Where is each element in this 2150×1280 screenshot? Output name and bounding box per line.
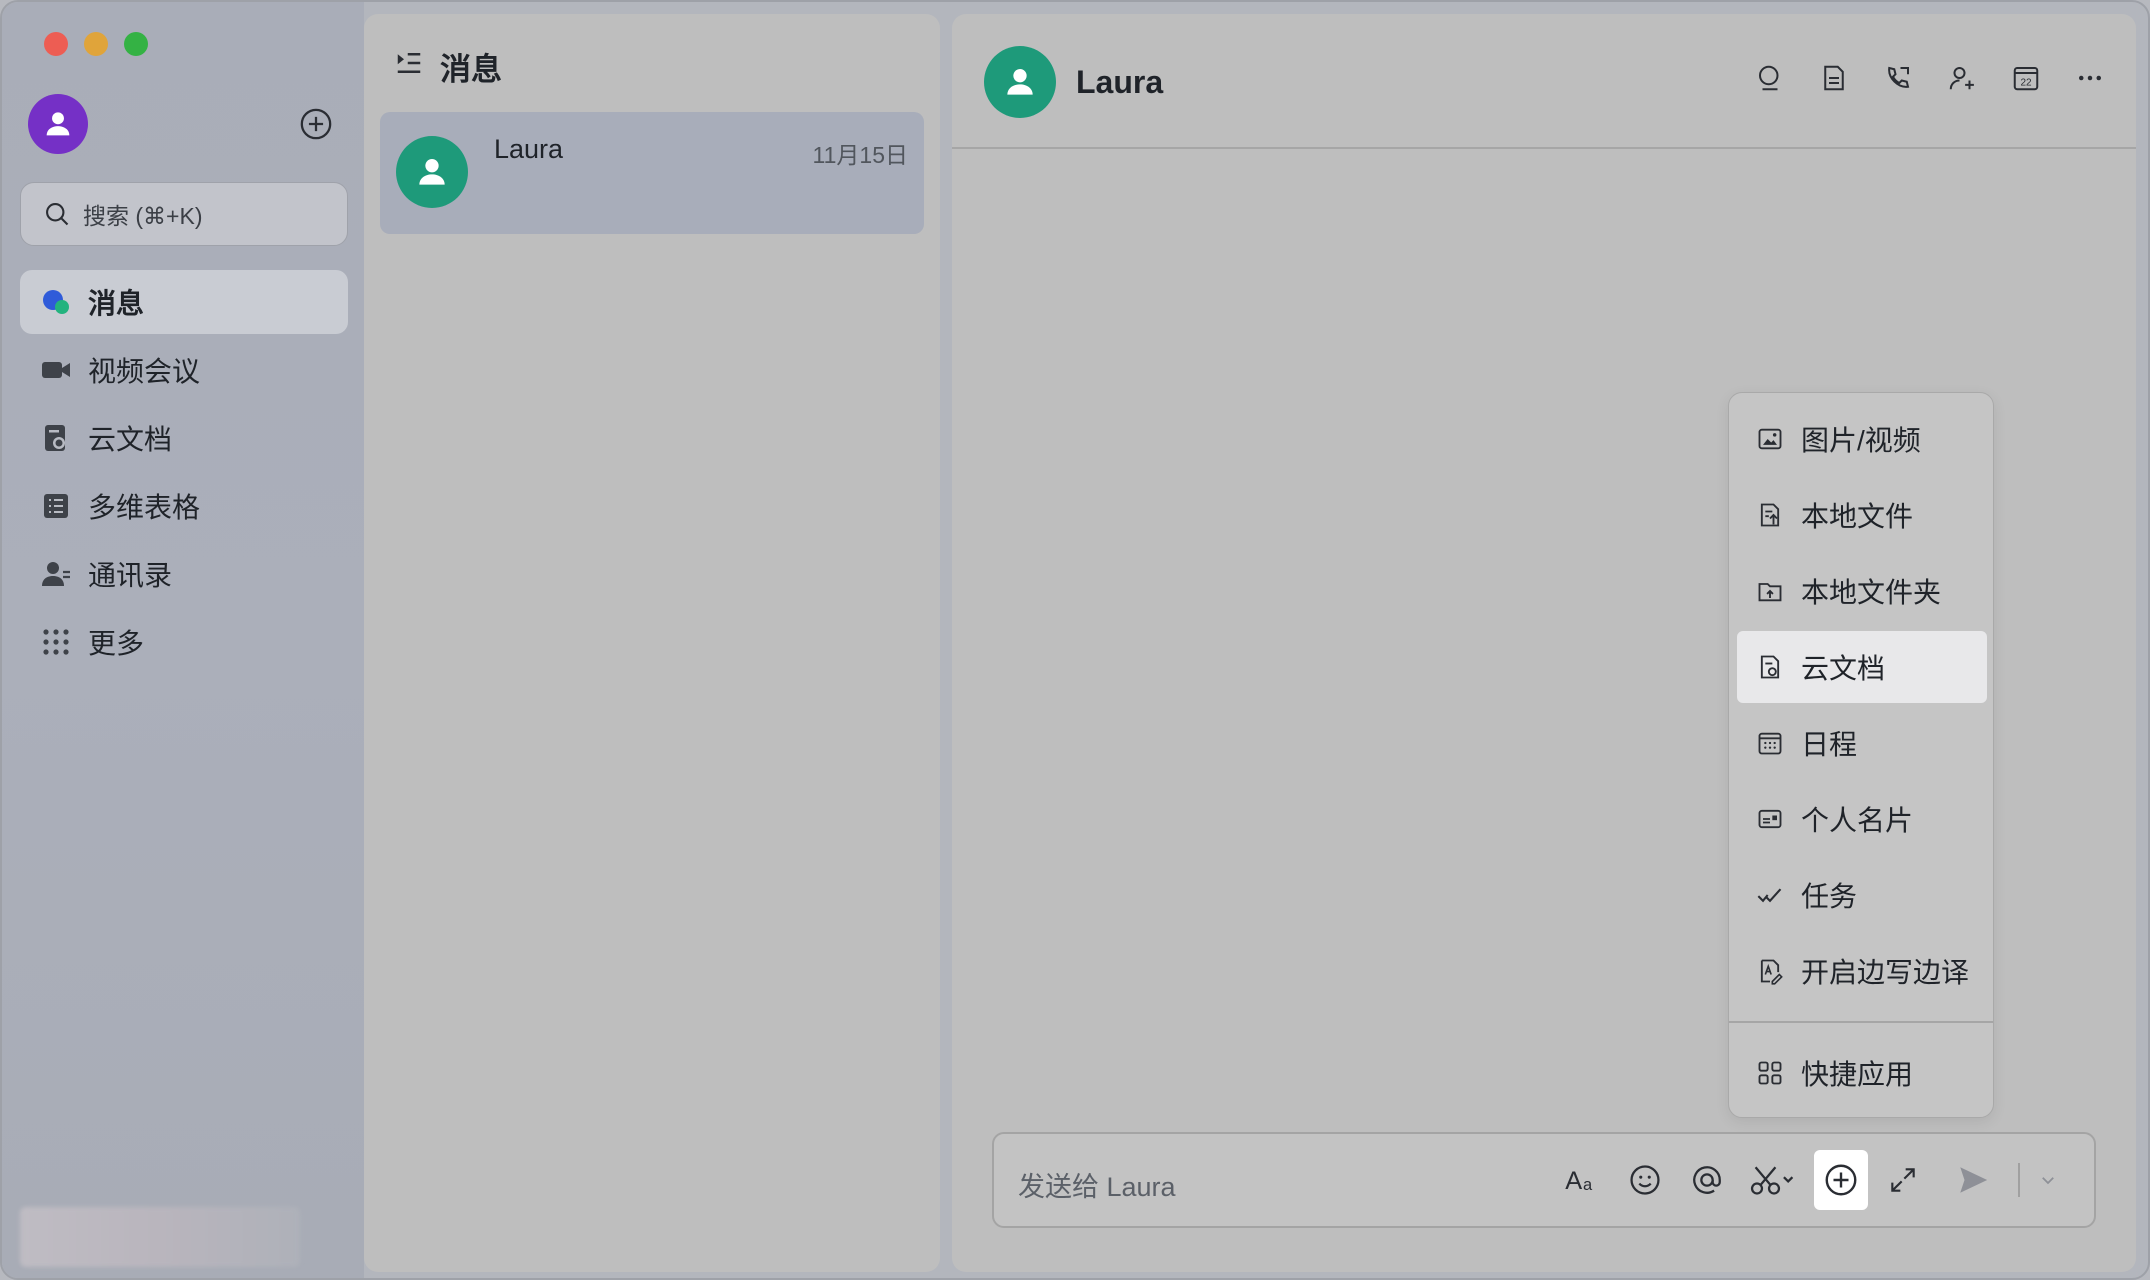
sidebar-item-messages[interactable]: 消息 [20,270,348,334]
task-check-icon [1755,880,1785,910]
menu-item-label: 开启边写边译 [1801,957,1970,988]
close-window-button[interactable] [44,32,68,56]
chat-list-title: 消息 [440,52,502,87]
sidebar-item-label: 更多 [88,628,145,659]
menu-item-label: 云文档 [1801,653,1886,684]
svg-text:22: 22 [2020,78,2032,89]
search-icon[interactable] [1752,60,1788,96]
collapse-sidebar-icon[interactable] [394,48,424,86]
menu-item-quick-apps[interactable]: 快捷应用 [1737,1037,1987,1109]
cloud-doc-icon [40,422,72,454]
sidebar-item-label: 多维表格 [88,492,201,523]
menu-item-label: 个人名片 [1801,805,1914,836]
menu-item-label: 快捷应用 [1801,1059,1914,1090]
phone-call-icon[interactable] [1880,60,1916,96]
send-icon[interactable] [1938,1150,2008,1210]
menu-item-label: 本地文件夹 [1801,577,1942,608]
contact-avatar[interactable] [984,46,1056,118]
window-controls [44,32,148,56]
svg-text:a: a [1583,1176,1593,1194]
text-format-icon[interactable]: Aa [1556,1150,1610,1210]
sidebar-item-label: 消息 [88,288,145,319]
menu-item-local-file[interactable]: 本地文件 [1737,479,1987,551]
menu-item-contact-card[interactable]: 个人名片 [1737,783,1987,855]
image-icon [1755,424,1785,454]
menu-item-label: 日程 [1801,729,1858,760]
chat-name: Laura [494,134,564,164]
add-button[interactable] [298,106,334,142]
plus-circle-icon [300,108,332,140]
sidebar: 搜索 (⌘+K) 消息 视频会议 云文档 多维表格 通讯录 更多 [2,2,364,1278]
base-table-icon [40,490,72,522]
local-file-icon [1755,500,1785,530]
cloud-doc-icon [1755,652,1785,682]
sidebar-nav: 消息 视频会议 云文档 多维表格 通讯录 更多 [20,270,348,678]
doc-icon[interactable] [1816,60,1852,96]
more-dots-grid-icon [40,626,72,658]
menu-item-task[interactable]: 任务 [1737,859,1987,931]
plus-circle-icon[interactable] [1814,1150,1868,1210]
emoji-icon[interactable] [1618,1150,1672,1210]
message-input[interactable]: 发送给 Laura Aa [992,1132,2096,1228]
menu-item-label: 本地文件 [1801,501,1914,532]
contact-card-icon [1755,804,1785,834]
search-icon [46,203,69,226]
person-icon [1007,69,1033,95]
search-placeholder: 搜索 (⌘+K) [83,203,203,229]
svg-text:A: A [1565,1167,1582,1195]
message-input-placeholder: 发送给 Laura [1018,1172,1176,1202]
sidebar-item-label: 通讯录 [88,560,173,591]
menu-item-label: 图片/视频 [1801,425,1921,456]
input-toolbar: Aa [1556,1150,2066,1210]
video-camera-icon [40,354,72,386]
mention-icon[interactable] [1680,1150,1734,1210]
sidebar-item-video-meetings[interactable]: 视频会议 [20,338,348,402]
person-icon [419,159,445,185]
header-toolbar: 22 [1752,60,2108,96]
menu-divider [1729,1021,1993,1023]
menu-item-schedule[interactable]: 日程 [1737,707,1987,779]
search-input[interactable]: 搜索 (⌘+K) [20,182,348,246]
sidebar-item-base[interactable]: 多维表格 [20,474,348,538]
screenshot-scissors-icon[interactable] [1742,1150,1806,1210]
menu-item-image-video[interactable]: 图片/视频 [1737,403,1987,475]
menu-item-translate[interactable]: 开启边写边译 [1737,935,1987,1007]
sidebar-item-label: 视频会议 [88,356,201,387]
expand-icon[interactable] [1876,1150,1930,1210]
maximize-window-button[interactable] [124,32,148,56]
sidebar-item-label: 云文档 [88,424,173,455]
send-divider [2018,1163,2020,1197]
menu-item-label: 任务 [1801,881,1858,912]
user-avatar[interactable] [28,94,88,154]
folder-icon [1755,576,1785,606]
app-window: 搜索 (⌘+K) 消息 视频会议 云文档 多维表格 通讯录 更多 消息 Laur… [0,0,2150,1280]
chat-date: 11月15日 [812,142,908,168]
calendar-icon[interactable]: 22 [2008,60,2044,96]
contact-avatar [396,136,468,208]
conversation-header: Laura 22 [952,14,2136,149]
sidebar-item-cloud-docs[interactable]: 云文档 [20,406,348,470]
more-icon[interactable] [2072,60,2108,96]
menu-item-cloud-doc[interactable]: 云文档 [1737,631,1987,703]
conversation-title: Laura [1076,64,1164,100]
person-icon [46,112,70,136]
conversation-panel: Laura 22 图片/视频 本地文件 本地文件夹 云文档 日程 个人名片 任务… [952,14,2136,1272]
sidebar-item-contacts[interactable]: 通讯录 [20,542,348,606]
sidebar-item-more[interactable]: 更多 [20,610,348,674]
minimize-window-button[interactable] [84,32,108,56]
quick-apps-icon [1755,1058,1785,1088]
menu-item-local-folder[interactable]: 本地文件夹 [1737,555,1987,627]
contacts-icon [40,558,72,590]
calendar-icon [1755,728,1785,758]
message-bubble-icon [40,286,72,318]
attach-menu: 图片/视频 本地文件 本地文件夹 云文档 日程 个人名片 任务 开启边写边译 快… [1728,392,1994,1118]
chat-list-item[interactable]: Laura 11月15日 [380,112,924,234]
add-member-icon[interactable] [1944,60,1980,96]
chat-list-panel: 消息 Laura 11月15日 [364,14,940,1272]
chat-list-header: 消息 [394,44,502,89]
translate-icon [1755,956,1785,986]
send-options-chevron-icon[interactable] [2030,1150,2066,1210]
blurred-region [20,1207,300,1267]
